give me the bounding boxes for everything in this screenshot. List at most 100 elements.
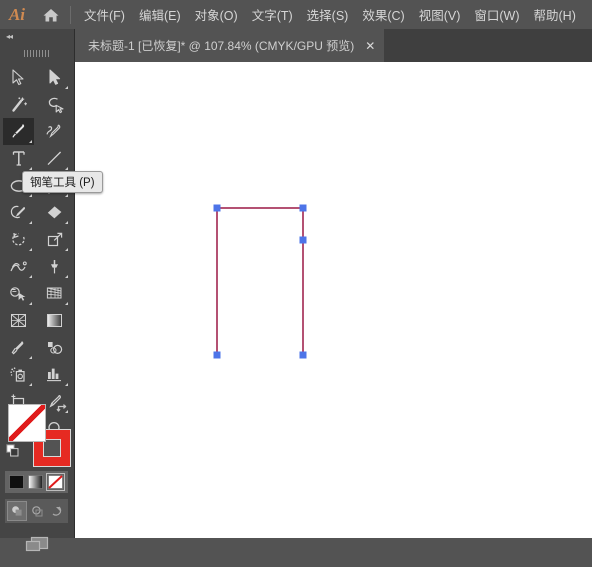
shape-builder-tool[interactable] (3, 280, 34, 307)
flyout-indicator-icon (65, 275, 68, 278)
tool-row (0, 226, 74, 253)
lasso-tool[interactable] (39, 91, 70, 118)
scale-tool[interactable] (39, 226, 70, 253)
illustrator-window: Ai 文件(F) 编辑(E) 对象(O) 文字(T) 选择(S) 效果(C) 视… (0, 0, 592, 552)
flyout-indicator-icon (29, 356, 32, 359)
document-tab-bar: 未标题-1 [已恢复]* @ 107.84% (CMYK/GPU 预览) ✕ (0, 29, 592, 62)
mesh-icon (11, 314, 26, 327)
scale-icon (47, 232, 62, 246)
menu-item-type[interactable]: 文字(T) (245, 0, 300, 29)
draw-behind-button[interactable] (27, 501, 47, 521)
menu-item-view[interactable]: 视图(V) (412, 0, 468, 29)
menu-item-select[interactable]: 选择(S) (300, 0, 356, 29)
line-segment-tool[interactable] (39, 145, 70, 172)
close-icon[interactable]: ✕ (365, 40, 375, 52)
tool-row (0, 307, 74, 334)
ai-logo-icon: Ai (8, 4, 26, 24)
perspective-grid-tool[interactable] (39, 280, 70, 307)
width-tool[interactable] (3, 253, 34, 280)
free-transform-pin-icon (51, 260, 58, 274)
pen-nib-icon (12, 124, 25, 138)
menu-item-help[interactable]: 帮助(H) (527, 0, 583, 29)
mesh-tool[interactable] (3, 307, 34, 334)
panel-drag-handle[interactable] (0, 44, 74, 62)
flyout-indicator-icon (65, 86, 68, 89)
artwork-path[interactable] (75, 62, 592, 538)
blend-tool[interactable] (39, 334, 70, 361)
default-swatches-icon (6, 444, 19, 457)
draw-normal-icon (12, 506, 22, 516)
eyedropper-tool[interactable] (3, 334, 34, 361)
document-tab[interactable]: 未标题-1 [已恢复]* @ 107.84% (CMYK/GPU 预览) ✕ (75, 29, 385, 62)
anchor-point[interactable] (299, 204, 307, 212)
screen-mode-icon (25, 536, 49, 552)
default-fill-stroke-button[interactable] (6, 444, 20, 463)
anchor-point[interactable] (299, 351, 307, 359)
flyout-indicator-icon (29, 248, 32, 251)
eraser-tool[interactable] (39, 199, 70, 226)
draw-inside-button[interactable] (46, 501, 66, 521)
gradient-tool[interactable] (39, 307, 70, 334)
menu-item-window[interactable]: 窗口(W) (467, 0, 526, 29)
free-transform-tool[interactable] (39, 253, 70, 280)
collapse-panel-button[interactable]: ◂◂ (0, 29, 74, 44)
menu-item-effect[interactable]: 效果(C) (355, 0, 411, 29)
flyout-indicator-icon (65, 194, 68, 197)
document-tab-title: 未标题-1 [已恢复]* @ 107.84% (CMYK/GPU 预览) (88, 39, 355, 53)
fill-swatch[interactable] (8, 404, 46, 442)
flyout-indicator-icon (65, 383, 68, 386)
flyout-indicator-icon (29, 302, 32, 305)
flyout-indicator-icon (65, 221, 68, 224)
swap-fill-stroke-button[interactable] (56, 401, 69, 419)
symbol-sprayer-tool[interactable] (3, 361, 34, 388)
pen-path-stroke (216, 207, 304, 355)
draw-normal-button[interactable] (7, 501, 27, 521)
direct-selection-tool[interactable] (39, 64, 70, 91)
menu-item-edit[interactable]: 编辑(E) (132, 0, 188, 29)
lasso-icon (48, 97, 64, 113)
draw-behind-icon (31, 506, 43, 517)
flyout-indicator-icon (65, 248, 68, 251)
tool-row (0, 253, 74, 280)
tool-row (0, 199, 74, 226)
grip-dots-icon (24, 49, 50, 57)
perspective-grid-icon (46, 287, 62, 298)
fill-mode-buttons (5, 471, 68, 493)
flyout-indicator-icon (29, 221, 32, 224)
tool-row (0, 64, 74, 91)
home-icon[interactable] (34, 0, 68, 29)
draw-inside-icon (52, 506, 62, 516)
menu-item-object[interactable]: 对象(O) (188, 0, 245, 29)
tool-row (0, 91, 74, 118)
drawing-mode-buttons (5, 499, 68, 523)
color-button[interactable] (7, 473, 26, 491)
shaper-icon (10, 205, 26, 218)
menu-item-file[interactable]: 文件(F) (77, 0, 132, 29)
none-fill-icon (48, 475, 64, 489)
shaper-tool[interactable] (3, 199, 34, 226)
shape-builder-icon (10, 286, 26, 301)
flyout-indicator-icon (29, 275, 32, 278)
selection-tool[interactable] (3, 64, 34, 91)
pen-tool[interactable] (3, 118, 34, 145)
canvas-area[interactable] (75, 62, 592, 538)
tool-tooltip: 钢笔工具 (P) (22, 171, 103, 193)
flyout-indicator-icon (29, 383, 32, 386)
menu-divider (70, 5, 71, 24)
blend-icon (48, 342, 63, 354)
type-T-icon (12, 151, 25, 166)
curvature-tool[interactable] (39, 118, 70, 145)
magic-wand-tool[interactable] (3, 91, 34, 118)
change-screen-mode-button[interactable] (0, 529, 74, 561)
flyout-indicator-icon (65, 302, 68, 305)
swap-arrows-icon (56, 404, 67, 412)
none-button[interactable] (46, 473, 65, 491)
anchor-point[interactable] (213, 351, 221, 359)
anchor-point[interactable] (299, 236, 307, 244)
anchor-point[interactable] (213, 204, 221, 212)
magic-wand-icon (11, 96, 27, 112)
type-tool[interactable] (3, 145, 34, 172)
column-graph-tool[interactable] (39, 361, 70, 388)
rotate-tool[interactable] (3, 226, 34, 253)
gradient-button[interactable] (27, 473, 46, 491)
